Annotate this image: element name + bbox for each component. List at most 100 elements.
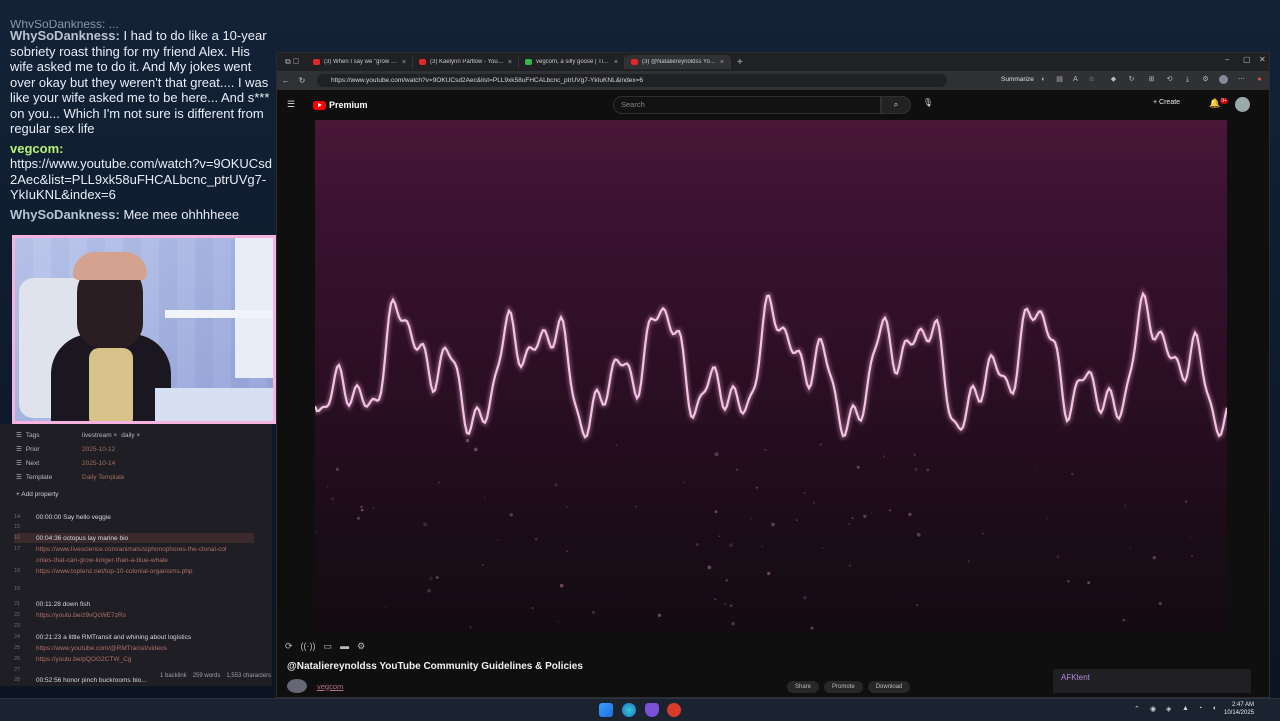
backlink-count[interactable]: 1 backlink <box>160 673 187 679</box>
tab-1[interactable]: (3) When I say we "grow into aut× <box>307 55 413 69</box>
dust-particle <box>1046 517 1048 519</box>
extension-icon[interactable]: ◐ <box>1039 75 1048 84</box>
property-value[interactable]: 2025-10-14 <box>82 460 115 467</box>
dust-particle <box>982 532 984 535</box>
dust-particle <box>856 465 860 469</box>
copilot-icon[interactable]: ◆ <box>1109 75 1118 84</box>
note-line[interactable]: 14 00:00:00 Say hello veggie <box>14 512 111 522</box>
hamburger-icon[interactable]: ☰ <box>287 99 295 110</box>
channel-name[interactable]: vegcom <box>317 682 343 691</box>
close-icon[interactable]: × <box>614 59 618 66</box>
dust-particle <box>1087 581 1091 585</box>
close-window-icon[interactable]: ✕ <box>1259 55 1266 64</box>
tag-daily[interactable]: daily × <box>121 432 140 439</box>
tab-3[interactable]: vegcom, a silly goose | TikTok, Tw× <box>519 55 625 69</box>
promote-button[interactable]: Promote <box>824 681 863 693</box>
split-icon[interactable]: ⊞ <box>1147 75 1156 84</box>
tab-actions-icon[interactable]: ⧉ ▢ <box>277 57 307 67</box>
note-line[interactable]: 23 <box>14 621 36 631</box>
maximize-icon[interactable]: ▢ <box>1243 55 1251 64</box>
start-icon[interactable] <box>599 703 613 717</box>
close-icon[interactable]: × <box>402 59 406 66</box>
property-prior[interactable]: ☰ Prior 2025-10-12 <box>16 443 115 455</box>
note-link[interactable]: onies-that-can-grow-longer-than-a-blue-w… <box>14 555 168 565</box>
app-icon[interactable] <box>667 703 681 717</box>
note-line[interactable]: 15 <box>14 522 36 532</box>
minimize-icon[interactable]: – <box>1225 55 1229 64</box>
create-button[interactable]: + Create <box>1153 99 1180 106</box>
history-icon[interactable]: ⟲ <box>1165 75 1174 84</box>
add-property-button[interactable]: + Add property <box>16 488 58 500</box>
dust-particle <box>335 467 339 471</box>
chevron-up-icon[interactable]: ⌃ <box>1134 705 1140 713</box>
reader-icon[interactable]: ▤ <box>1055 75 1064 84</box>
note-line[interactable]: 24 00:21:23 a little RMTransit and whinin… <box>14 632 191 642</box>
clock[interactable]: 2:47 AM 10/14/2025 <box>1224 701 1254 717</box>
tab-2[interactable]: (3) Kaelynn Partlow - YouTube × <box>413 55 519 69</box>
miniplayer-icon[interactable]: ▭ <box>324 641 333 652</box>
avatar[interactable] <box>1235 97 1250 112</box>
loop-icon[interactable]: ⟳ <box>285 641 293 652</box>
settings-icon[interactable]: ⚙ <box>1201 75 1210 84</box>
youtube-logo[interactable]: Premium <box>313 100 368 110</box>
note-line[interactable]: 21 00:11:28 down fish <box>14 599 90 609</box>
channel-row: vegcom <box>287 679 343 693</box>
note-link[interactable]: 18 https://www.toptenz.net/top-10-colonia… <box>14 566 192 576</box>
settings-gear-icon[interactable]: ⚙ <box>357 641 365 652</box>
property-next[interactable]: ☰ Next 2025-10-14 <box>16 457 115 469</box>
favorite-icon[interactable]: ☆ <box>1087 75 1096 84</box>
video-player[interactable] <box>315 120 1227 632</box>
tab-4-active[interactable]: (3) @Nataliereynoldss YouTub × <box>625 55 731 69</box>
close-icon[interactable]: × <box>720 59 724 66</box>
note-line-active[interactable]: 16 00:04:36 octopus lay marine bio <box>14 533 254 543</box>
property-template[interactable]: ☰ Template Daily Template <box>16 471 125 483</box>
dust-particle <box>435 576 439 579</box>
note-line[interactable]: 19 <box>14 584 36 594</box>
summarize-button[interactable]: Summarize <box>1001 76 1034 83</box>
reload-icon[interactable]: ↻ <box>297 76 307 85</box>
profile-icon[interactable] <box>1219 75 1228 84</box>
wifi-icon[interactable]: ◔ <box>1198 705 1202 712</box>
menu-dots-icon[interactable]: ⋯ <box>1237 75 1246 84</box>
property-value[interactable]: Daily Template <box>82 474 125 481</box>
tag-livestream[interactable]: livestream × <box>82 432 117 439</box>
translate-icon[interactable]: A <box>1071 75 1080 84</box>
back-icon[interactable]: ← <box>281 76 291 85</box>
mic-icon[interactable]: 🎙 <box>921 98 935 112</box>
note-link[interactable]: 22 https://youtu.be/z9vQcWE7zRs <box>14 610 126 620</box>
note-link[interactable]: 17 https://www.livescience.com/animals/si… <box>14 544 226 554</box>
edge-icon[interactable]: ● <box>1255 75 1264 84</box>
dust-particle <box>1129 547 1132 549</box>
afk-overlay: AFKtent <box>1053 669 1251 693</box>
close-icon[interactable]: × <box>508 59 512 66</box>
download-button[interactable]: Download <box>867 681 911 693</box>
volume-icon[interactable]: ◖ <box>1212 705 1216 712</box>
note-link[interactable]: 25 https://www.youtube.com/@RMTransit/vid… <box>14 643 167 653</box>
webcam-headwrap <box>73 252 147 280</box>
search-button[interactable]: ⌕ <box>881 96 911 114</box>
tray-app-icon[interactable]: ▲ <box>1182 705 1189 712</box>
edge-browser-icon[interactable] <box>622 703 636 717</box>
new-tab-button[interactable]: + <box>737 57 743 68</box>
tray-app-icon[interactable]: ◉ <box>1150 705 1156 713</box>
search-input[interactable]: Search <box>613 96 881 114</box>
tray-app-icon[interactable]: ◈ <box>1166 705 1171 713</box>
obsidian-icon[interactable] <box>645 703 659 717</box>
note-link[interactable]: 26 https://youtu.be/pQOG2CTW_Cg <box>14 654 131 664</box>
notifications-icon[interactable]: 🔔9+ <box>1209 98 1228 109</box>
share-button[interactable]: Share <box>787 681 820 693</box>
property-value[interactable]: 2025-10-12 <box>82 446 115 453</box>
note-line[interactable]: 28 00:52:56 honor pinch buckrooms bio... <box>14 675 147 685</box>
dust-particle <box>735 468 739 472</box>
channel-avatar[interactable] <box>287 679 307 693</box>
audio-icon[interactable]: ((·)) <box>301 641 316 651</box>
youtube-icon <box>419 59 426 65</box>
note-line[interactable]: 27 <box>14 665 36 675</box>
refresh-ext-icon[interactable]: ↻ <box>1127 75 1136 84</box>
theater-icon[interactable]: ▬ <box>340 641 349 651</box>
dust-particle <box>725 579 728 582</box>
url-field[interactable]: https://www.youtube.com/watch?v=9OKUCsd2… <box>317 74 947 87</box>
download-icon[interactable]: ⤓ <box>1183 75 1192 84</box>
dust-particle <box>657 613 662 617</box>
property-tags[interactable]: ☰ Tags livestream × daily × <box>16 429 144 441</box>
